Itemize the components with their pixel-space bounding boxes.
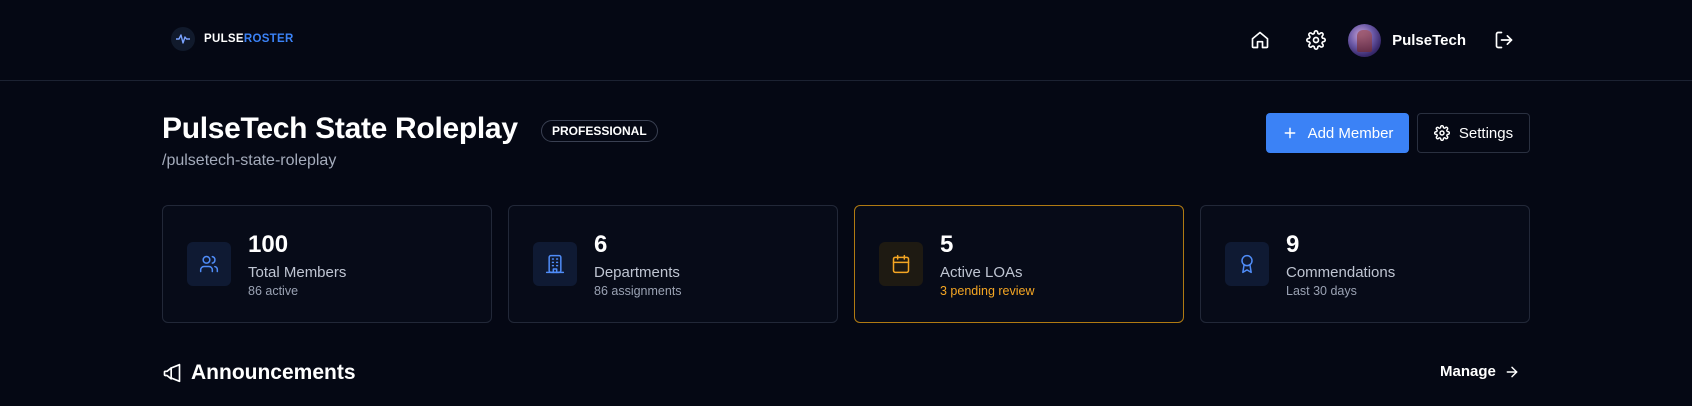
home-icon [1251,31,1269,49]
announcements-title: Announcements [191,361,356,384]
stat-label: Departments [594,264,680,281]
stat-value: 5 [940,231,954,258]
stat-subtext: 86 active [248,284,299,298]
stat-card-departments[interactable]: 6 Departments 86 assignments [508,205,838,323]
stat-subtext: 86 assignments [594,284,682,298]
award-icon [1225,242,1269,286]
gear-icon [1433,125,1450,141]
brand-name-part1: PULSE [204,33,244,45]
org-slug: /pulsetech-state-roleplay [162,152,337,169]
stat-card-total-members[interactable]: 100 Total Members 86 active [162,205,492,323]
add-member-button[interactable]: Add Member [1266,113,1409,153]
stat-value: 9 [1286,231,1300,258]
settings-icon-button[interactable] [1298,22,1334,58]
building-icon [533,242,577,286]
brand-name-part2: ROSTER [243,33,294,45]
stat-card-commendations[interactable]: 9 Commendations Last 30 days [1200,205,1530,323]
users-icon [187,242,231,286]
arrow-right-icon [1506,366,1518,377]
plan-badge: PROFESSIONAL [541,120,658,142]
stat-label: Commendations [1286,264,1396,281]
logout-icon [1495,31,1513,49]
top-nav: PULSEROSTER PulseTech [0,0,1692,81]
settings-button[interactable]: Settings [1417,113,1530,153]
brand-name: PULSEROSTER [204,33,294,45]
stat-value: 6 [594,231,608,258]
logout-button[interactable] [1486,22,1522,58]
home-button[interactable] [1242,22,1278,58]
megaphone-icon [163,363,181,383]
pulse-logo-icon [171,27,195,51]
manage-label: Manage [1440,363,1496,380]
stat-label: Active LOAs [940,264,1023,281]
add-member-label: Add Member [1307,124,1394,142]
manage-announcements-link[interactable]: Manage [1440,363,1520,380]
brand[interactable]: PULSEROSTER [171,27,294,51]
page-title: PulseTech State Roleplay [162,112,518,145]
avatar[interactable] [1348,23,1382,57]
user-name[interactable]: PulseTech [1392,32,1466,49]
announcements-header: Announcements [162,361,356,385]
stat-card-active-loas[interactable]: 5 Active LOAs 3 pending review [854,205,1184,323]
stat-label: Total Members [248,264,347,281]
calendar-icon [879,242,923,286]
stat-value: 100 [248,231,289,258]
stat-subtext: 3 pending review [940,284,1035,298]
nav-actions: PulseTech [1242,20,1522,60]
stat-subtext: Last 30 days [1286,284,1357,298]
plus-icon [1284,127,1295,139]
settings-label: Settings [1458,124,1514,142]
gear-icon [1306,30,1326,50]
